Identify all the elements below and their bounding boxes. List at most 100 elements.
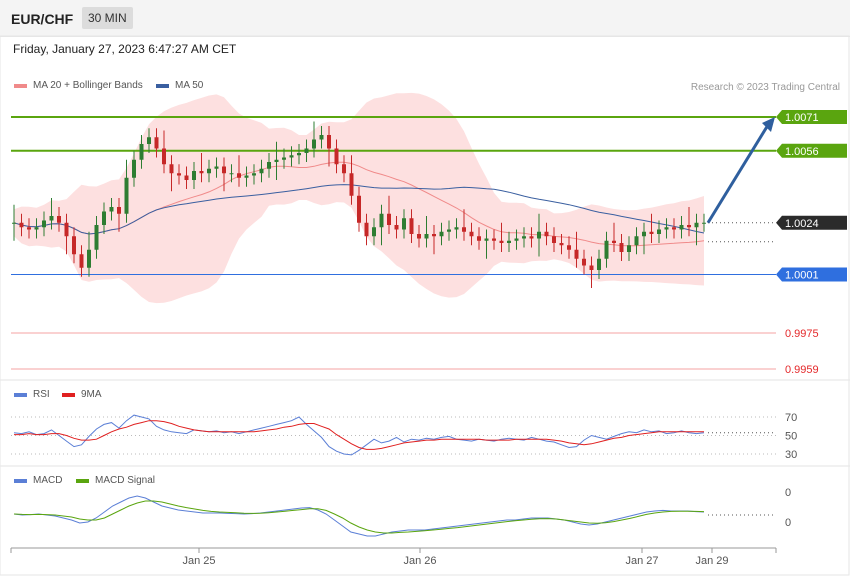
- candle-body: [177, 173, 181, 176]
- x-tick-label: Jan 27: [625, 555, 658, 567]
- candle-body: [409, 218, 414, 234]
- candle-body: [297, 153, 301, 156]
- candle-body: [507, 240, 511, 243]
- candle-body: [229, 173, 234, 175]
- credit-label: Research © 2023 Trading Central: [691, 82, 840, 93]
- legend-rsi-ma: 9MA: [81, 389, 102, 400]
- candle-body: [334, 148, 339, 165]
- candle-body: [612, 240, 616, 243]
- rsi-tick: 70: [785, 412, 797, 424]
- candle-body: [274, 159, 279, 162]
- candle-body: [364, 222, 369, 237]
- candle-body: [259, 168, 264, 174]
- candle-body: [57, 216, 61, 223]
- candle-body: [499, 240, 504, 243]
- candle-body: [19, 222, 24, 228]
- macd-tick: 0: [785, 517, 791, 529]
- candle-body: [27, 227, 31, 230]
- rsi-tick: 50: [785, 431, 797, 443]
- candle-body: [237, 173, 241, 178]
- candle-body: [447, 229, 451, 232]
- candle-body: [567, 245, 571, 250]
- candle-body: [544, 231, 549, 237]
- candle-body: [94, 225, 99, 250]
- candle-body: [702, 222, 706, 224]
- candle-body: [484, 238, 489, 241]
- candle-body: [604, 240, 609, 259]
- candle-body: [199, 171, 204, 174]
- candle-body: [289, 155, 294, 158]
- candle-body: [642, 231, 646, 237]
- candle-body: [582, 258, 586, 266]
- candle-body: [252, 173, 256, 176]
- macd-tick: 0: [785, 487, 791, 499]
- candle-body: [522, 236, 526, 239]
- candle-body: [282, 157, 286, 160]
- candle-body: [634, 236, 639, 246]
- candle-body: [214, 166, 219, 169]
- candle-body: [12, 222, 16, 224]
- resistance-label: 1.0056: [785, 146, 819, 158]
- candle-body: [42, 220, 46, 228]
- candle-body: [124, 177, 129, 214]
- candle-body: [312, 139, 316, 149]
- macd-line: [13, 495, 705, 537]
- candle-body: [244, 175, 249, 178]
- legend-ma20: MA 20 + Bollinger Bands: [33, 80, 143, 91]
- candle-body: [372, 227, 376, 237]
- target-label: 0.9975: [785, 328, 819, 340]
- candle-body: [154, 137, 159, 149]
- chart-canvas: MA 20 + Bollinger Bands MA 50 Research © 2…: [0, 35, 850, 576]
- candle-body: [439, 231, 444, 237]
- candle-body: [79, 254, 84, 268]
- forecast-arrow: [706, 124, 770, 224]
- candle-body: [492, 238, 496, 241]
- candle-body: [49, 216, 54, 221]
- legend-rsi-swatch: [14, 393, 27, 397]
- candle-body: [574, 249, 579, 259]
- x-tick-label: Jan 25: [182, 555, 215, 567]
- candle-body: [694, 222, 699, 228]
- candle-body: [207, 168, 211, 174]
- candle-body: [102, 211, 106, 225]
- candle-body: [304, 148, 309, 153]
- candle-body: [619, 243, 624, 252]
- rsi-tick: 30: [785, 449, 797, 461]
- legend-macd-signal-swatch: [76, 479, 89, 483]
- legend-ma20-swatch: [14, 84, 27, 88]
- x-tick-label: Jan 26: [403, 555, 436, 567]
- candle-body: [402, 218, 406, 230]
- candle-body: [349, 173, 354, 196]
- candle-body: [72, 236, 76, 255]
- candle-body: [394, 225, 399, 230]
- candle-body: [117, 207, 121, 214]
- legend-ma50: MA 50: [175, 80, 204, 91]
- candle-body: [529, 236, 534, 239]
- current-price-label: 1.0024: [785, 218, 819, 230]
- candle-body: [589, 265, 594, 270]
- candle-body: [342, 164, 346, 174]
- candle-body: [327, 135, 331, 149]
- candle-body: [627, 245, 631, 252]
- candle-body: [657, 229, 661, 234]
- candle-body: [454, 227, 459, 230]
- candle-body: [462, 227, 466, 232]
- candle-body: [477, 236, 481, 241]
- candle-body: [139, 144, 144, 160]
- legend-rsi-ma-swatch: [62, 393, 75, 397]
- candle-body: [687, 225, 691, 228]
- candle-body: [192, 171, 196, 180]
- candle-body: [222, 166, 226, 174]
- legend-ma50-swatch: [156, 84, 169, 88]
- candle-body: [87, 249, 91, 268]
- candle-body: [432, 234, 436, 237]
- candle-body: [357, 195, 361, 223]
- candle-body: [184, 175, 189, 180]
- legend-macd-signal: MACD Signal: [95, 475, 155, 486]
- candle-body: [379, 213, 384, 228]
- candle-body: [672, 227, 676, 230]
- candle-body: [147, 137, 151, 144]
- candle-body: [34, 227, 39, 230]
- legend-rsi: RSI: [33, 389, 50, 400]
- legend-macd-swatch: [14, 479, 27, 483]
